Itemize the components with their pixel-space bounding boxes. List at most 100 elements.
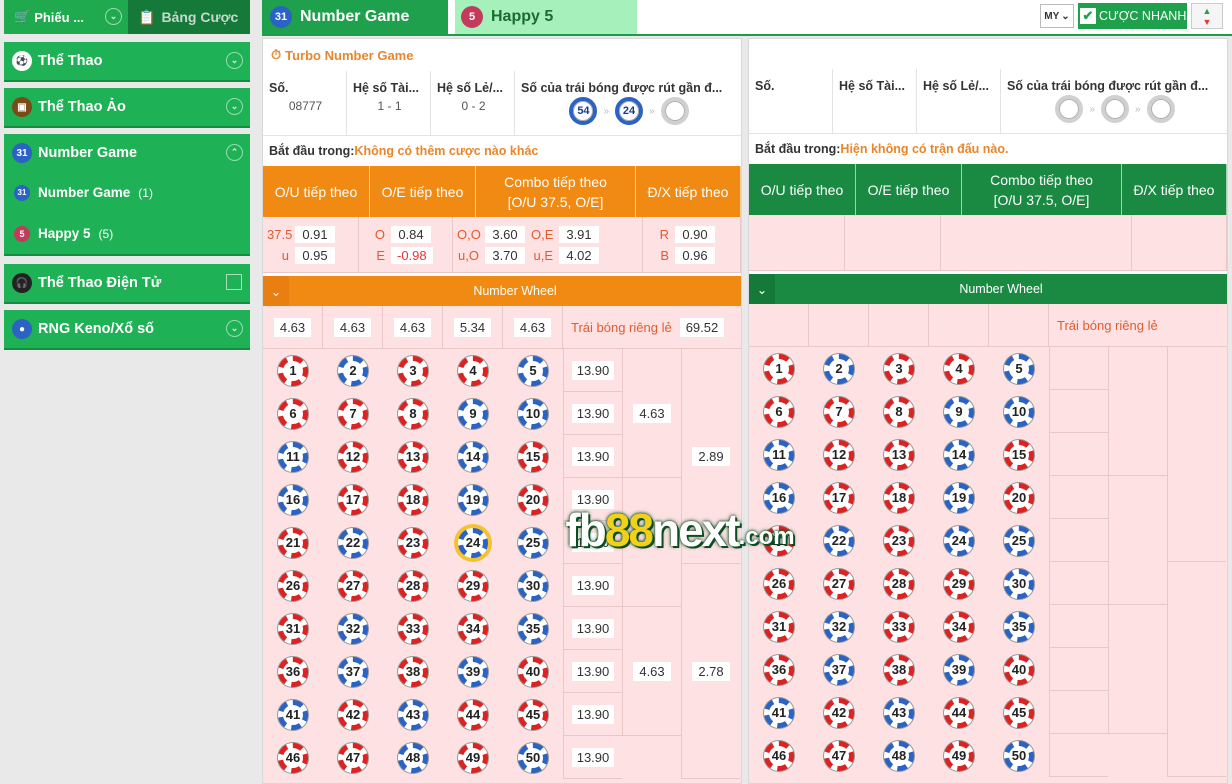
wheel-odds-value[interactable]: 5.34 [453,317,492,337]
odds-value[interactable]: 0.95 [295,246,335,264]
number-ball[interactable]: 12 [824,439,854,470]
number-ball-cell[interactable]: 8 [383,392,443,435]
number-ball[interactable]: 22 [824,525,854,556]
number-ball[interactable]: 26 [278,570,308,601]
number-ball-cell[interactable]: 2 [323,349,383,392]
collapse-toggle[interactable]: ⌄ [749,274,775,304]
number-ball[interactable]: 20 [1004,482,1034,513]
number-ball-cell[interactable]: 29 [929,562,989,605]
number-ball[interactable]: 35 [1004,611,1034,642]
wheel-odds-value[interactable]: 4.63 [273,317,312,337]
number-ball[interactable]: 27 [824,568,854,599]
odds-value[interactable]: 0.84 [391,225,431,243]
number-ball[interactable]: 7 [338,398,368,429]
odds-value[interactable]: 4.63 [633,661,671,681]
number-ball[interactable]: 15 [1004,439,1034,470]
number-ball[interactable]: 37 [338,656,368,687]
number-ball[interactable]: 38 [884,654,914,685]
chevron-down-icon[interactable]: ⌄ [226,320,243,337]
number-ball-cell[interactable]: 15 [989,433,1049,476]
number-ball-cell[interactable]: 44 [443,693,503,736]
number-ball-cell[interactable]: 9 [929,390,989,433]
odds-pair[interactable]: 37.5 0.91 [267,225,354,243]
number-ball[interactable]: 34 [458,613,488,644]
number-ball-cell[interactable]: 3 [383,349,443,392]
number-ball-cell[interactable]: 5 [989,347,1049,390]
number-ball-cell[interactable]: 11 [749,433,809,476]
chevron-down-icon[interactable]: ⌄ [105,8,122,25]
number-ball-cell[interactable]: 36 [749,648,809,691]
odds-value[interactable]: 4.63 [633,403,671,423]
number-ball[interactable]: 28 [884,568,914,599]
number-ball[interactable]: 6 [278,398,308,429]
number-ball-cell[interactable]: 23 [383,521,443,564]
number-ball-cell[interactable]: 45 [989,691,1049,734]
number-ball[interactable]: 7 [824,396,854,427]
number-ball[interactable]: 44 [944,697,974,728]
number-ball[interactable]: 13 [884,439,914,470]
number-ball-cell[interactable]: 3 [869,347,929,390]
number-ball-cell[interactable]: 35 [503,607,563,650]
number-ball[interactable]: 45 [518,699,548,730]
collapse-toggle[interactable]: ⌄ [263,276,289,306]
number-ball[interactable]: 46 [764,740,794,771]
wheel-odds-value[interactable]: 4.63 [333,317,372,337]
number-ball[interactable]: 2 [338,355,368,386]
number-ball-cell[interactable]: 18 [383,478,443,521]
number-ball[interactable]: 47 [824,740,854,771]
number-ball-cell[interactable]: 22 [809,519,869,562]
number-ball[interactable]: 36 [278,656,308,687]
odds-value[interactable]: 13.90 [571,704,615,724]
number-ball-cell[interactable]: 12 [809,433,869,476]
odds-value[interactable]: 13.90 [571,403,615,423]
number-ball[interactable]: 40 [518,656,548,687]
number-ball[interactable]: 13 [398,441,428,472]
menu-number-game[interactable]: 31 Number Game ⌃ 31 Number Game (1) 5 Happy 5… [4,134,250,256]
tab-bet-board[interactable]: 📋 Bảng Cược [128,0,250,34]
number-ball[interactable]: 25 [518,527,548,558]
wheel-odds-value[interactable]: 4.63 [513,317,552,337]
number-ball[interactable]: 4 [944,353,974,384]
odds-value[interactable]: 0.96 [675,246,715,264]
single-ball-value[interactable]: 69.52 [679,317,725,337]
odds-pair[interactable]: B 0.96 [647,246,736,264]
odds-value[interactable]: 2.89 [692,446,730,466]
number-ball-cell[interactable]: 30 [503,564,563,607]
number-ball[interactable]: 31 [278,613,308,644]
number-ball[interactable]: 42 [338,699,368,730]
number-ball-cell[interactable]: 49 [929,734,989,777]
number-ball[interactable]: 50 [1004,740,1034,771]
number-ball-cell[interactable]: 43 [869,691,929,734]
number-ball[interactable]: 46 [278,742,308,773]
number-ball[interactable]: 10 [518,398,548,429]
wheel-odds-value[interactable]: 4.63 [393,317,432,337]
number-ball-cell[interactable]: 30 [989,562,1049,605]
number-ball[interactable]: 10 [1004,396,1034,427]
odds-pair[interactable]: R 0.90 [647,225,736,243]
number-ball-cell[interactable]: 13 [383,435,443,478]
number-ball-cell[interactable]: 42 [323,693,383,736]
odds-value[interactable]: 13.90 [571,360,615,380]
number-ball[interactable]: 2 [824,353,854,384]
number-ball[interactable]: 5 [1004,353,1034,384]
number-ball[interactable]: 25 [1004,525,1034,556]
number-ball[interactable]: 4 [458,355,488,386]
number-ball[interactable]: 32 [338,613,368,644]
number-ball-cell[interactable]: 21 [263,521,323,564]
number-ball[interactable]: 26 [764,568,794,599]
number-ball-cell[interactable]: 26 [749,562,809,605]
number-ball-cell[interactable]: 16 [263,478,323,521]
number-ball[interactable]: 33 [398,613,428,644]
number-ball-cell[interactable]: 24 [443,521,503,564]
menu-keno[interactable]: ● RNG Keno/Xổ số ⌄ [4,310,250,350]
number-ball[interactable]: 3 [398,355,428,386]
number-ball[interactable]: 1 [764,353,794,384]
number-ball[interactable]: 6 [764,396,794,427]
number-ball[interactable]: 39 [458,656,488,687]
number-ball-cell[interactable]: 39 [929,648,989,691]
number-ball-cell[interactable]: 26 [263,564,323,607]
number-ball-cell[interactable]: 12 [323,435,383,478]
submenu-happy5[interactable]: 5 Happy 5 (5) [4,213,250,254]
number-ball[interactable]: 48 [398,742,428,773]
number-ball-cell[interactable]: 19 [443,478,503,521]
